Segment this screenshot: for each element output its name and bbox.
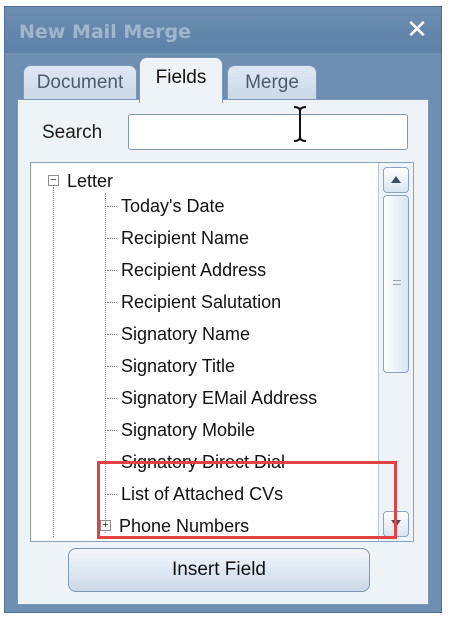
title-bar[interactable]: New Mail Merge ✕ (5, 7, 441, 53)
fields-tree[interactable]: − Letter Today's Date Recipient Name Rec… (30, 162, 414, 542)
tree-item[interactable]: Recipient Salutation (106, 291, 281, 313)
annotation-highlight-box (97, 461, 397, 539)
mail-merge-window: New Mail Merge ✕ Document Fields Merge S… (4, 6, 442, 613)
close-icon[interactable]: ✕ (403, 15, 431, 43)
tree-guide-line (53, 187, 54, 537)
insert-field-button[interactable]: Insert Field (68, 548, 370, 592)
fields-panel: Search − Letter Today's Date Recipient N… (17, 99, 429, 605)
tab-merge[interactable]: Merge (227, 65, 317, 101)
arrow-up-icon (391, 176, 401, 183)
tree-item[interactable]: Signatory Title (106, 355, 235, 377)
tree-item[interactable]: Recipient Address (106, 259, 266, 281)
tree-item[interactable]: Signatory Name (106, 323, 250, 345)
grip-icon (393, 284, 401, 285)
scroll-up-button[interactable] (383, 167, 409, 193)
collapse-icon[interactable]: − (48, 175, 59, 186)
tree-item[interactable]: Today's Date (107, 195, 225, 217)
scroll-thumb[interactable] (383, 195, 409, 373)
tree-item[interactable]: Recipient Name (106, 227, 249, 249)
search-label: Search (42, 122, 103, 143)
tab-document[interactable]: Document (23, 65, 137, 101)
search-input[interactable] (128, 114, 408, 150)
grip-icon (393, 280, 401, 281)
tree-item[interactable]: Signatory Mobile (106, 419, 255, 441)
tab-fields[interactable]: Fields (139, 57, 223, 103)
text-cursor-icon (293, 106, 307, 142)
tree-item[interactable]: Signatory EMail Address (106, 387, 317, 409)
window-title: New Mail Merge (19, 21, 191, 43)
tree-item-letter[interactable]: Letter (67, 170, 113, 192)
